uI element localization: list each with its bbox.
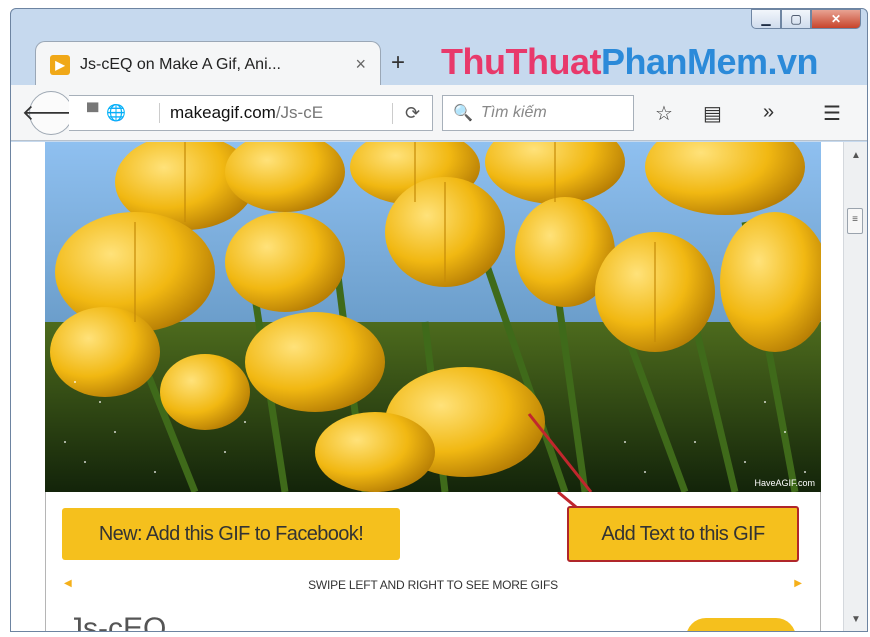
- swipe-hint-text: SWIPE LEFT AND RIGHT TO SEE MORE GIFS: [308, 578, 558, 592]
- address-bar[interactable]: ▀ 🌐 makeagif.com/Js-cE ⟳: [69, 95, 433, 131]
- menu-hamburger-icon[interactable]: ☰: [823, 101, 841, 126]
- minimize-button[interactable]: ▁: [751, 9, 781, 29]
- tab-title: Js-cEQ on Make A Gif, Ani...: [80, 55, 281, 73]
- globe-icon[interactable]: 🌐: [106, 103, 126, 123]
- swipe-right-icon[interactable]: ▶: [794, 578, 802, 589]
- reader-view-icon[interactable]: ▀: [87, 104, 98, 122]
- overflow-chevron-icon[interactable]: »: [763, 101, 774, 124]
- search-field[interactable]: 🔍 Tìm kiếm: [442, 95, 634, 131]
- browser-window: ▁ ▢ ✕ ▶ Js-cEQ on Make A Gif, Ani... × +…: [10, 8, 868, 632]
- image-watermark: HaveAGIF.com: [754, 478, 815, 488]
- scroll-down-icon[interactable]: ▼: [851, 614, 861, 625]
- new-tab-button[interactable]: +: [391, 49, 405, 77]
- browser-tab[interactable]: ▶ Js-cEQ on Make A Gif, Ani... ×: [35, 41, 381, 87]
- maximize-button[interactable]: ▢: [781, 9, 811, 29]
- scroll-up-icon[interactable]: ▲: [851, 150, 861, 161]
- add-to-facebook-button[interactable]: New: Add this GIF to Facebook!: [62, 508, 400, 560]
- reload-icon[interactable]: ⟳: [392, 102, 432, 124]
- page-viewport: HaveAGIF.com New: Add this GIF to Facebo…: [11, 142, 843, 632]
- tab-close-icon[interactable]: ×: [355, 54, 366, 75]
- site-watermark-logo: ThuThuatPhanMem.vn: [441, 41, 819, 82]
- navigation-bar: 🡐 ▀ 🌐 makeagif.com/Js-cE ⟳ 🔍 Tìm kiếm ☆ …: [11, 85, 867, 141]
- search-icon: 🔍: [453, 105, 473, 122]
- window-controls: ▁ ▢ ✕: [751, 9, 861, 35]
- yellow-action-button[interactable]: [686, 618, 796, 631]
- makeagif-favicon-icon: ▶: [50, 54, 70, 75]
- add-text-button[interactable]: Add Text to this GIF: [567, 506, 799, 562]
- tab-strip: ▶ Js-cEQ on Make A Gif, Ani... × + ThuTh…: [11, 35, 867, 87]
- close-window-button[interactable]: ✕: [811, 9, 861, 29]
- bookmark-star-icon[interactable]: ☆: [655, 101, 673, 126]
- url-text[interactable]: makeagif.com/Js-cE: [159, 103, 392, 123]
- scroll-thumb[interactable]: ≡: [847, 208, 863, 234]
- search-placeholder: Tìm kiếm: [480, 104, 547, 121]
- bookmarks-list-icon[interactable]: ▤: [703, 101, 722, 126]
- tulip-gif-svg: [45, 142, 821, 492]
- tulip-gif-image: HaveAGIF.com: [45, 142, 821, 492]
- back-button[interactable]: 🡐: [22, 91, 81, 135]
- gif-action-panel: New: Add this GIF to Facebook! Add Text …: [45, 492, 821, 632]
- gif-title: Js-cEQ: [68, 612, 167, 632]
- vertical-scrollbar[interactable]: ▲ ≡ ▼: [843, 142, 867, 631]
